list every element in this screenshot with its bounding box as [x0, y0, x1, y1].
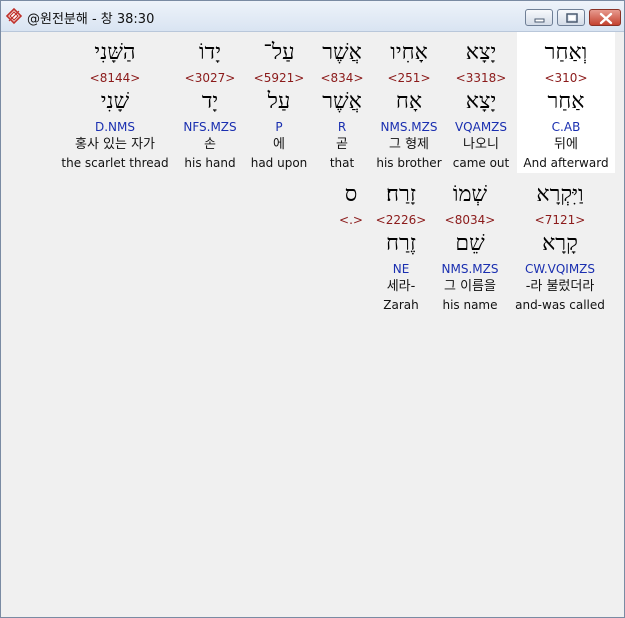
- korean-gloss: 에: [273, 137, 285, 152]
- strong-number[interactable]: <5921>: [249, 70, 309, 86]
- strong-number[interactable]: <.>: [335, 212, 367, 228]
- morph-code: VQAMZS: [454, 120, 508, 134]
- title-bar[interactable]: @원전분해 - 창 38:30: [1, 1, 624, 32]
- hebrew-lemma: יָצָא: [465, 89, 497, 114]
- hebrew-word: ס: [344, 182, 358, 207]
- word-column[interactable]: אֲשֶׁר <834> אֲשֶׁר R 곧 that: [317, 36, 367, 172]
- strong-number[interactable]: <8144>: [59, 70, 171, 86]
- window-title: @원전분해 - 창 38:30: [27, 12, 155, 27]
- hebrew-lemma: אֲשֶׁר: [322, 89, 362, 114]
- korean-gloss: 그 이름을: [444, 279, 496, 294]
- hebrew-word: הַשָּׁנִי: [94, 40, 136, 65]
- english-gloss: And afterward: [523, 156, 609, 170]
- morph-code: R: [337, 120, 347, 134]
- close-icon: [599, 12, 613, 25]
- hebrew-lemma: אַחַר: [547, 89, 585, 114]
- strong-number[interactable]: <834>: [317, 70, 367, 86]
- strong-number[interactable]: <7121>: [513, 212, 607, 228]
- morph-code: P: [275, 120, 283, 134]
- minimize-icon: [534, 18, 545, 23]
- english-gloss: Zarah: [383, 298, 419, 312]
- korean-gloss: 뒤에: [554, 137, 578, 152]
- strong-number[interactable]: <3318>: [445, 70, 517, 86]
- app-window: @원전분해 - 창 38:30 וְאַחַר <310> אַחַר C.AB: [0, 0, 625, 618]
- english-gloss: that: [329, 156, 355, 170]
- word-column[interactable]: עַל־ <5921> עַל P 에 had upon: [249, 36, 309, 172]
- word-column[interactable]: וְאַחַר <310> אַחַר C.AB 뒤에 And afterwar…: [517, 36, 615, 172]
- hebrew-word: יָדוֹ: [199, 40, 221, 65]
- close-button[interactable]: [589, 9, 621, 26]
- hebrew-word: אֲשֶׁר: [322, 40, 362, 65]
- hebrew-word: יָצָא: [465, 40, 497, 65]
- korean-gloss: 그 형제: [388, 137, 429, 152]
- hebrew-lemma: זֶרַח: [386, 231, 416, 256]
- strong-number[interactable]: <251>: [373, 70, 445, 86]
- hebrew-lemma: עַל: [267, 89, 291, 114]
- hebrew-word: עַל־: [263, 40, 295, 65]
- word-column[interactable]: וַיִּקְרָא <7121> קָרָא CW.VQIMZS -라 불렀더…: [513, 178, 607, 314]
- hebrew-word: וְאַחַר: [544, 40, 588, 65]
- korean-gloss: 홍사 있는 자가: [74, 137, 156, 152]
- morph-code: C.AB: [551, 120, 581, 134]
- morph-code: NMS.MZS: [441, 262, 499, 276]
- english-gloss: and-was called: [515, 298, 605, 312]
- korean-gloss: 곧: [336, 137, 348, 152]
- english-gloss: the scarlet thread: [61, 156, 169, 170]
- hebrew-word: שְׁמוֹ: [452, 182, 488, 207]
- strong-number[interactable]: <3027>: [177, 70, 243, 86]
- english-gloss: his name: [442, 298, 498, 312]
- hebrew-lemma: שָׁנִי: [100, 89, 130, 114]
- morph-code: NFS.MZS: [183, 120, 237, 134]
- morph-code: CW.VQIMZS: [524, 262, 596, 276]
- word-column[interactable]: ס <.>: [335, 178, 367, 228]
- korean-gloss: -라 불렀더라: [525, 279, 595, 294]
- hebrew-lemma: שֵׁם: [455, 231, 485, 256]
- word-column[interactable]: הַשָּׁנִי <8144> שָׁנִי D.NMS 홍사 있는 자가 t…: [59, 36, 171, 172]
- strong-number[interactable]: <2226>: [371, 212, 431, 228]
- korean-gloss: 손: [204, 137, 216, 152]
- word-column[interactable]: אָחִיו <251> אָח NMS.MZS 그 형제 his brothe…: [373, 36, 445, 172]
- korean-gloss: 세라-: [386, 279, 416, 294]
- parsing-view: וְאַחַר <310> אַחַר C.AB 뒤에 And afterwar…: [5, 32, 619, 614]
- morph-code: NE: [392, 262, 410, 276]
- word-column[interactable]: יָדוֹ <3027> יָד NFS.MZS 손 his hand: [177, 36, 243, 172]
- hebrew-word: זָרַח׃: [386, 182, 416, 207]
- english-gloss: came out: [452, 156, 510, 170]
- morph-code: NMS.MZS: [380, 120, 438, 134]
- bible-app-icon[interactable]: [5, 7, 23, 25]
- hebrew-word: וַיִּקְרָא: [536, 182, 584, 207]
- strong-number[interactable]: <310>: [517, 70, 615, 86]
- english-gloss: his brother: [376, 156, 442, 170]
- word-column[interactable]: יָצָא <3318> יָצָא VQAMZS 나오니 came out: [445, 36, 517, 172]
- word-column[interactable]: זָרַח׃ <2226> זֶרַח NE 세라- Zarah: [371, 178, 431, 314]
- minimize-button[interactable]: [525, 9, 553, 26]
- english-gloss: had upon: [250, 156, 308, 170]
- strong-number[interactable]: <8034>: [435, 212, 505, 228]
- word-column[interactable]: שְׁמוֹ <8034> שֵׁם NMS.MZS 그 이름을 his nam…: [435, 178, 505, 314]
- hebrew-lemma: אָח: [395, 89, 423, 114]
- english-gloss: his hand: [184, 156, 236, 170]
- morph-code: D.NMS: [94, 120, 135, 134]
- hebrew-lemma: קָרָא: [542, 231, 578, 256]
- hebrew-word: אָחִיו: [390, 40, 428, 65]
- maximize-icon: [566, 13, 578, 23]
- hebrew-lemma: יָד: [201, 89, 219, 114]
- korean-gloss: 나오니: [463, 137, 499, 152]
- maximize-button[interactable]: [557, 9, 585, 26]
